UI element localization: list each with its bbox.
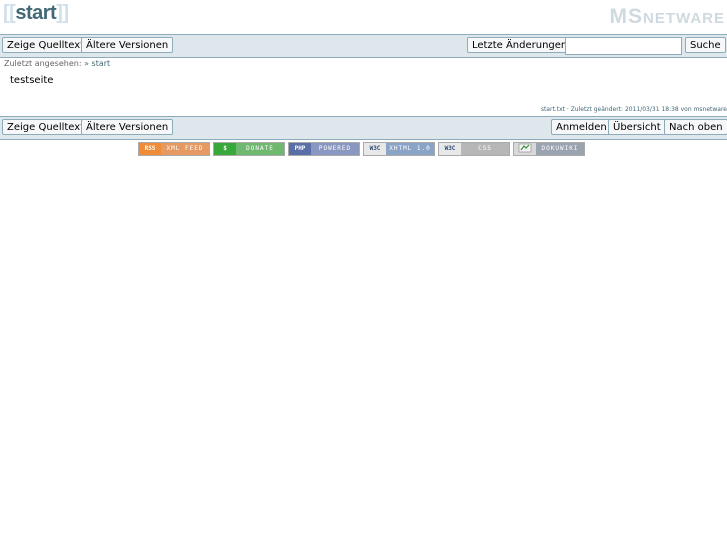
xhtml-badge-left: W3C xyxy=(364,143,386,155)
header: [[start]] MSNETWARE xyxy=(0,0,727,34)
search-button[interactable]: Suche xyxy=(685,37,726,53)
dokuwiki-logo-icon xyxy=(518,143,532,153)
rss-feed-badge[interactable]: RSS XML FEED xyxy=(138,142,210,156)
logo-suffix: NETWARE xyxy=(643,10,725,27)
bracket-open: [[ xyxy=(3,2,16,24)
rss-badge-left: RSS xyxy=(139,143,161,155)
show-source-button[interactable]: Zeige Quelltext xyxy=(2,37,90,53)
page-name[interactable]: start xyxy=(15,2,56,24)
dokuwiki-badge[interactable]: DOKUWIKI xyxy=(513,142,585,156)
page-content: testseite xyxy=(10,75,53,86)
breadcrumb: Zuletzt angesehen: » start xyxy=(4,59,110,68)
bottom-toolbar: Zeige Quelltext Ältere Versionen Anmelde… xyxy=(0,116,727,140)
top-toolbar: Zeige Quelltext Ältere Versionen Letzte … xyxy=(0,34,727,58)
breadcrumb-separator: » xyxy=(84,59,89,68)
content-text: testseite xyxy=(10,75,54,86)
footer-badges: RSS XML FEED $ DONATE PHP POWERED W3C XH… xyxy=(138,142,585,157)
old-versions-button-bottom[interactable]: Ältere Versionen xyxy=(81,119,174,135)
back-to-top-button[interactable]: Nach oben xyxy=(664,119,727,135)
css-badge-right: CSS xyxy=(461,143,509,155)
show-source-button-bottom[interactable]: Zeige Quelltext xyxy=(2,119,90,135)
donate-badge-right: DONATE xyxy=(236,143,284,155)
recent-changes-button[interactable]: Letzte Änderungen xyxy=(467,37,573,53)
index-button[interactable]: Übersicht xyxy=(608,119,666,135)
donate-badge-left: $ xyxy=(214,143,236,155)
login-button[interactable]: Anmelden xyxy=(551,119,612,135)
w3c-xhtml-badge[interactable]: W3C XHTML 1.0 xyxy=(363,142,435,156)
bracket-close: ]] xyxy=(56,2,69,24)
css-badge-left: W3C xyxy=(439,143,461,155)
page-meta: start.txt · Zuletzt geändert: 2011/03/31… xyxy=(540,106,727,113)
logo-prefix: MS xyxy=(609,5,643,28)
dokuwiki-icon xyxy=(514,143,536,155)
php-powered-badge[interactable]: PHP POWERED xyxy=(288,142,360,156)
breadcrumb-label: Zuletzt angesehen: xyxy=(4,59,82,68)
xhtml-badge-right: XHTML 1.0 xyxy=(386,143,434,155)
dokuwiki-badge-right: DOKUWIKI xyxy=(536,143,584,155)
breadcrumb-item-start[interactable]: start xyxy=(92,59,111,68)
old-versions-button[interactable]: Ältere Versionen xyxy=(81,37,174,53)
rss-badge-right: XML FEED xyxy=(161,143,209,155)
site-logo[interactable]: MSNETWARE xyxy=(610,5,726,29)
php-badge-left: PHP xyxy=(289,143,311,155)
w3c-css-badge[interactable]: W3C CSS xyxy=(438,142,510,156)
php-badge-right: POWERED xyxy=(311,143,359,155)
donate-badge[interactable]: $ DONATE xyxy=(213,142,285,156)
page-title[interactable]: [[start]] xyxy=(3,2,69,25)
search-input[interactable] xyxy=(565,37,682,55)
